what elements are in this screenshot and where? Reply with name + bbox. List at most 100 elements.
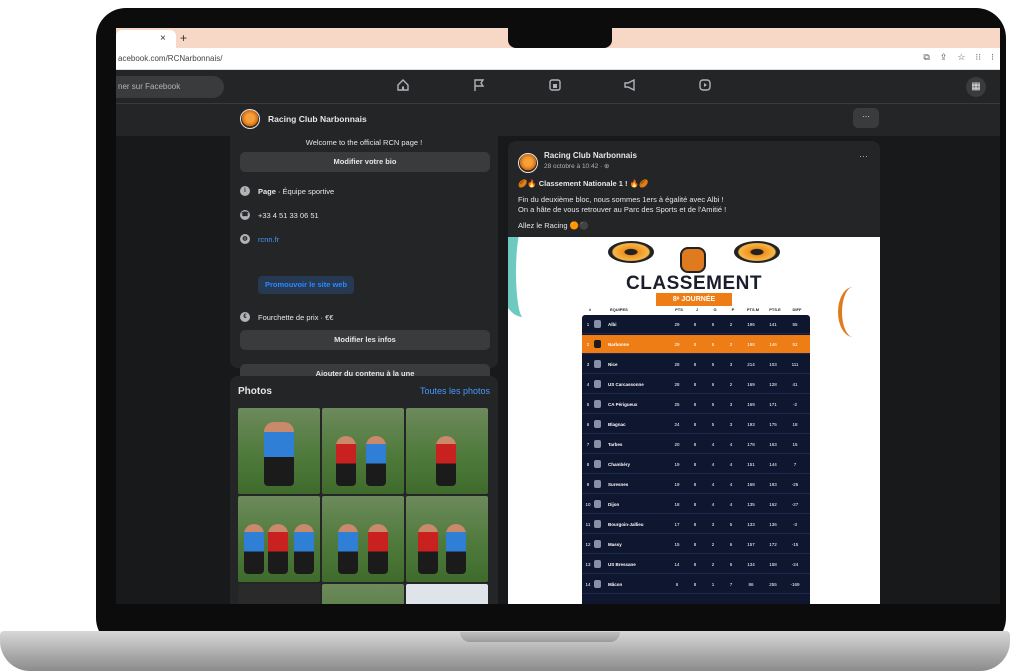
camera-notch [508,22,612,48]
table-cell: 2 [729,341,733,347]
photo-thumbnail[interactable] [322,408,404,494]
table-cell: 19 [674,481,680,487]
table-cell: 144 [769,461,777,467]
table-cell: 4 [586,381,590,387]
url-text[interactable]: acebook.com/RCNarbonnais/ [118,54,223,63]
table-cell: Bourgoin-Jallieu [608,521,644,527]
tab-share-icon[interactable]: ⧉ [923,52,929,63]
table-cell: 18 [792,421,798,427]
browser-tab[interactable]: × [116,30,176,48]
table-cell: Dijon [608,501,620,507]
table-cell: 133 [747,521,755,527]
table-cell: Narbonne [608,341,630,347]
table-cell [594,380,608,388]
column-header: EQUIPES [610,307,628,312]
new-tab-icon[interactable]: + [180,31,187,45]
table-cell: 3 [729,361,733,367]
edit-info-button[interactable]: Modifier les infos [240,330,490,350]
table-cell: 8 [693,561,697,567]
column-header: J [695,307,699,312]
menu-grid-icon[interactable]: ▦ [966,77,986,97]
ranking-graphic[interactable]: CLASSEMENT 8ᵉ JOURNÉE # EQUIPES PTS J G … [508,237,880,604]
avatar[interactable] [240,109,260,129]
table-cell: 4 [729,501,733,507]
photo-thumbnail[interactable] [406,496,488,582]
search-input[interactable]: ner sur Facebook [116,76,224,98]
table-cell: 7 [729,581,733,587]
table-cell: -3 [792,521,797,527]
more-options-button[interactable]: ··· [853,108,879,128]
table-cell: Mâcon [608,581,623,587]
post-author[interactable]: Racing Club Narbonnais [544,151,637,160]
club-crest-logo [680,247,706,273]
promote-website-button[interactable]: Promouvoir le site web [258,276,354,294]
table-cell: 2 [729,321,733,327]
column-header: PTS.M [746,307,760,312]
team-logo-icon [594,400,601,408]
table-cell: 28 [674,361,680,367]
table-cell: 3 [729,421,733,427]
bookmark-star-icon[interactable]: ☆ [957,52,965,63]
store-icon[interactable] [546,78,564,96]
screen: × + acebook.com/RCNarbonnais/ ⧉ ⇪ ☆ ⁝⁝ ⁝… [116,28,1000,604]
photo-thumbnail[interactable] [406,584,488,604]
table-cell: 136 [769,521,777,527]
home-icon[interactable] [394,78,412,96]
post-timestamp[interactable]: 28 octobre à 10:42 · ⊕ [544,162,609,170]
photo-thumbnail[interactable] [238,408,320,494]
graphic-subtitle: 8ᵉ JOURNÉE [656,293,732,306]
table-cell: 18 [674,501,680,507]
browser-actions: ⧉ ⇪ ☆ ⁝⁝ ⁝ [923,52,994,63]
address-bar[interactable]: acebook.com/RCNarbonnais/ ⧉ ⇪ ☆ ⁝⁝ ⁝ [116,48,1000,70]
table-cell: 2 [711,561,715,567]
post-more-icon[interactable]: ··· [859,151,868,161]
share-icon[interactable]: ⇪ [940,52,948,63]
table-cell [594,520,608,528]
table-cell [594,340,608,348]
table-cell: 6 [711,341,715,347]
photo-thumbnail[interactable] [238,584,320,604]
close-tab-icon[interactable]: × [160,33,166,44]
website-row: ◍ rcnn.fr [240,234,279,244]
see-all-photos-link[interactable]: Toutes les photos [420,386,490,396]
photo-thumbnail[interactable] [238,496,320,582]
table-cell: 14 [674,561,680,567]
phone-number[interactable]: +33 4 51 33 06 51 [258,211,319,220]
table-cell [594,580,608,588]
post-headline: 🏉🔥 Classement Nationale 1 ! 🔥🏉 [518,179,649,188]
team-logo-icon [594,520,601,528]
table-cell: 198 [747,341,755,347]
table-cell: 172 [769,541,777,547]
photo-thumbnail[interactable] [322,496,404,582]
table-cell: 168 [747,481,755,487]
browser-menu-icon[interactable]: ⁝ [991,52,994,63]
table-cell: 52 [792,341,798,347]
table-row: 6 Blagnac 24 8 5 3 193 175 18 [582,415,810,434]
table-cell [594,320,608,328]
photo-thumbnail[interactable] [406,408,488,494]
megaphone-icon[interactable] [621,78,639,96]
table-row: 1 Albi 29 8 6 2 196 141 55 [582,315,810,334]
team-logo-icon [594,380,601,388]
table-row: 10 Dijon 18 8 4 4 135 162 -27 [582,495,810,514]
video-icon[interactable] [696,78,714,96]
table-cell: 13 [585,561,591,567]
table-cell: 111 [791,361,799,367]
table-cell: 8 [693,581,697,587]
page-header: Racing Club Narbonnais ··· [116,104,1000,136]
flag-icon[interactable] [470,78,488,96]
team-logo-icon [594,480,601,488]
website-link[interactable]: rcnn.fr [258,235,279,244]
table-cell: 6 [675,581,679,587]
extensions-icon[interactable]: ⁝⁝ [975,52,981,63]
photo-thumbnail[interactable] [322,584,404,604]
table-cell: 1 [711,581,715,587]
team-logo-icon [594,360,601,368]
edit-bio-button[interactable]: Modifier votre bio [240,152,490,172]
table-cell: 29 [674,321,680,327]
table-cell: 157 [747,541,755,547]
table-row: 7 Tarbes 20 8 4 4 178 163 15 [582,435,810,454]
post-avatar[interactable] [518,153,538,173]
price-range-row: € Fourchette de prix · €€ [240,312,333,322]
page-title[interactable]: Racing Club Narbonnais [268,114,367,124]
